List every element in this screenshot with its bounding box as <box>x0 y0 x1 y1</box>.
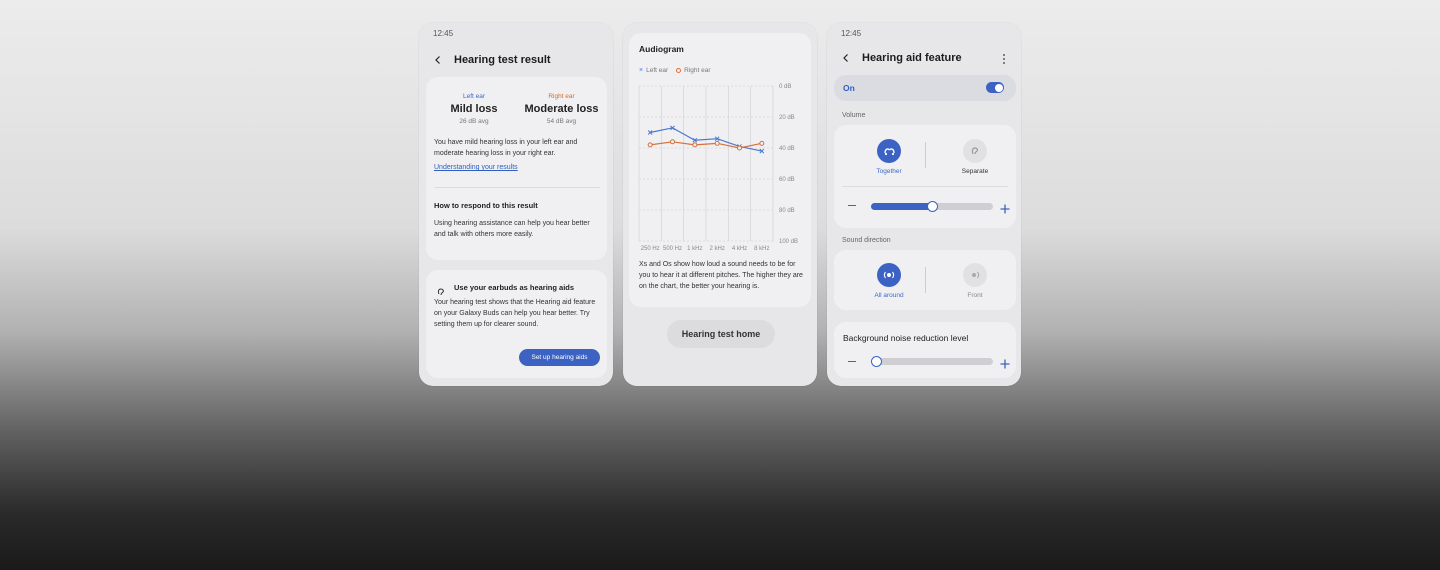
divider <box>925 142 926 168</box>
right-ear-level: Moderate loss <box>524 103 599 115</box>
left-ear-x-icon: × <box>639 67 644 74</box>
y-tick-label: 20 dB <box>779 115 795 121</box>
y-tick-label: 0 dB <box>779 84 791 90</box>
audiogram-card: Audiogram × Left ear Right ear 0 dB 20 dB… <box>629 33 811 307</box>
left-ear-label: Left ear <box>462 93 486 100</box>
separate-label: Separate <box>961 168 989 175</box>
result-summary: You have mild hearing loss in your left … <box>434 139 578 157</box>
data-point-o <box>692 142 698 148</box>
data-point-o <box>647 142 653 148</box>
left-ear-level: Mild loss <box>450 103 498 115</box>
result-card: Left ear Mild loss 26 dB avg Right ear M… <box>426 77 607 260</box>
front-label: Front <box>967 292 983 299</box>
right-ear-label: Right ear <box>548 93 575 100</box>
status-time: 12:45 <box>841 29 862 38</box>
on-toggle-switch[interactable] <box>986 82 1004 93</box>
respond-heading: How to respond to this result <box>434 201 538 210</box>
left-ear-avg: 26 dB avg <box>459 118 489 125</box>
x-tick-label: 1 kHz <box>687 246 702 251</box>
volume-label: Volume <box>842 112 866 119</box>
divider <box>434 187 600 188</box>
earbuds-body: Your hearing test shows that the Hearing… <box>434 299 596 328</box>
page-title: Hearing test result <box>454 54 551 66</box>
y-tick-label: 80 dB <box>779 208 795 214</box>
more-options-icon[interactable] <box>1002 52 1006 70</box>
divider <box>842 186 1008 187</box>
all-around-option[interactable]: All around <box>854 263 924 299</box>
on-label: On <box>843 83 855 93</box>
back-arrow-icon[interactable] <box>433 55 443 65</box>
page-title: Hearing aid feature <box>862 52 962 64</box>
audiogram-chart: 0 dB 20 dB 40 dB 60 dB 80 dB 100 dB 250 Hz 500 … <box>638 84 798 251</box>
noise-minus-icon[interactable] <box>848 361 856 363</box>
volume-card: Together Separate <box>834 125 1016 228</box>
front-icon <box>963 263 987 287</box>
noise-slider[interactable] <box>871 356 993 367</box>
separate-option[interactable]: Separate <box>940 139 1010 175</box>
back-arrow-icon[interactable] <box>841 53 851 63</box>
noise-reduction-card: Background noise reduction level <box>834 322 1016 378</box>
x-tick-label: 8 kHz <box>754 246 769 251</box>
divider <box>925 267 926 293</box>
on-toggle-row[interactable]: On <box>834 75 1016 101</box>
earbuds-card: Use your earbuds as hearing aids Your he… <box>426 270 607 378</box>
x-tick-label: 500 Hz <box>663 246 682 251</box>
sound-direction-label: Sound direction <box>842 237 891 244</box>
hearing-aid-screen: 12:45 Hearing aid feature On Volume Toge… <box>827 23 1021 386</box>
right-ear-o-icon <box>676 68 682 73</box>
x-tick-label: 2 kHz <box>709 246 724 251</box>
right-ear-avg: 54 dB avg <box>546 118 577 125</box>
together-icon <box>877 139 901 163</box>
x-tick-label: 4 kHz <box>732 246 747 251</box>
earbuds-title: Use your earbuds as hearing aids <box>454 283 575 292</box>
audiogram-title: Audiogram <box>639 44 684 54</box>
data-point-o <box>670 139 675 145</box>
x-tick-label: 250 Hz <box>641 246 660 251</box>
noise-reduction-label: Background noise reduction level <box>843 333 969 343</box>
together-label: Together <box>876 168 902 175</box>
all-around-icon <box>877 263 901 287</box>
understanding-results-link[interactable]: Understanding your results <box>434 164 518 171</box>
y-tick-label: 100 dB <box>779 239 798 245</box>
hearing-result-screen: 12:45 Hearing test result Left ear Mild … <box>419 23 613 386</box>
volume-plus-icon[interactable] <box>1000 201 1010 219</box>
data-point-o <box>714 140 720 146</box>
legend-right-ear: Right ear <box>684 67 711 74</box>
noise-plus-icon[interactable] <box>1000 356 1010 374</box>
all-around-label: All around <box>874 292 904 299</box>
legend-left-ear: Left ear <box>646 67 669 74</box>
front-option[interactable]: Front <box>940 263 1010 299</box>
chart-legend: × Left ear Right ear <box>639 67 711 74</box>
y-tick-label: 60 dB <box>779 177 795 183</box>
together-option[interactable]: Together <box>854 139 924 175</box>
volume-slider[interactable] <box>871 201 993 212</box>
y-tick-label: 40 dB <box>779 146 795 152</box>
noise-slider-thumb[interactable] <box>871 356 882 367</box>
audiogram-screen: Audiogram × Left ear Right ear 0 dB 20 dB… <box>623 23 817 386</box>
separate-icon <box>963 139 987 163</box>
respond-body: Using hearing assistance can help you he… <box>434 220 590 238</box>
data-point-o <box>759 140 765 146</box>
volume-slider-thumb[interactable] <box>926 201 938 212</box>
sound-direction-card: All around Front <box>834 250 1016 310</box>
hearing-test-home-button[interactable]: Hearing test home <box>667 320 775 348</box>
status-time: 12:45 <box>433 29 454 38</box>
audiogram-description: Xs and Os show how loud a sound needs to… <box>639 261 803 290</box>
data-point-o <box>737 145 742 151</box>
volume-minus-icon[interactable] <box>848 205 856 207</box>
setup-hearing-aids-button[interactable]: Set up hearing aids <box>519 349 600 366</box>
